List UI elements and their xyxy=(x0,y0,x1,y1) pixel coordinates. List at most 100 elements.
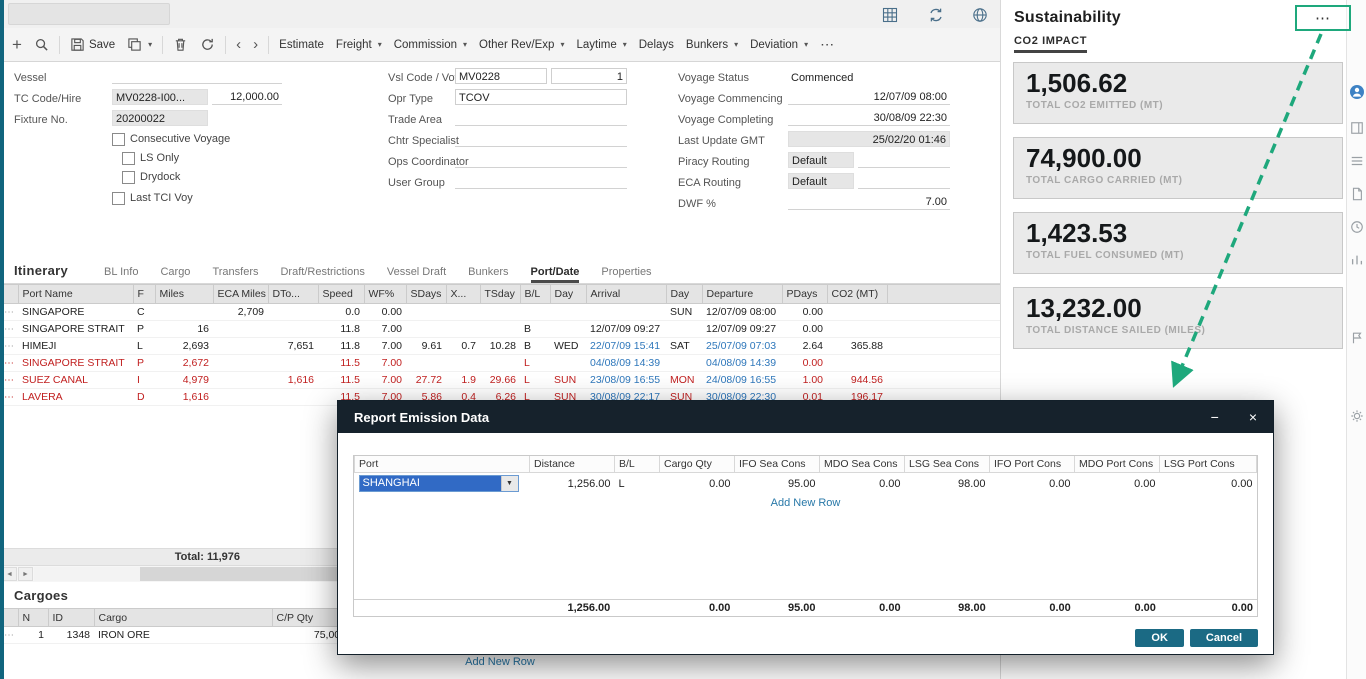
fixture-input[interactable]: 20200022 xyxy=(112,110,208,126)
chart-button[interactable] xyxy=(1349,252,1365,268)
column-header-n[interactable]: N xyxy=(18,609,48,627)
tc-hire-input[interactable]: 12,000.00 xyxy=(212,89,282,105)
document-button[interactable] xyxy=(1349,186,1365,202)
column-header-dto[interactable]: DTo... xyxy=(268,285,318,304)
consecutive-voyage-checkbox[interactable]: Consecutive Voyage xyxy=(112,132,230,146)
layout-panel-button[interactable] xyxy=(1349,120,1365,136)
toolbar-menu-estimate[interactable]: Estimate xyxy=(273,33,330,57)
column-header-co2-mt[interactable]: CO2 (MT) xyxy=(827,285,887,304)
tab-cargo[interactable]: Cargo xyxy=(160,266,190,283)
toolbar-menu-other-rev-exp[interactable]: Other Rev/Exp▾ xyxy=(473,33,570,57)
column-header-sdays[interactable]: SDays xyxy=(406,285,446,304)
column-header-wf[interactable]: WF% xyxy=(364,285,406,304)
tab-bunkers[interactable]: Bunkers xyxy=(468,266,508,283)
column-header-miles[interactable]: Miles xyxy=(155,285,213,304)
eca-routing-input[interactable]: Default xyxy=(788,173,854,189)
emission-add-new-row-link[interactable]: Add New Row xyxy=(354,497,1257,509)
ls-only-checkbox[interactable]: LS Only xyxy=(122,151,179,165)
column-header-ifo-sea-cons[interactable]: IFO Sea Cons xyxy=(735,456,820,473)
minimize-button[interactable]: − xyxy=(1211,410,1219,424)
cancel-button[interactable]: Cancel xyxy=(1190,629,1258,647)
itinerary-row[interactable]: ⋯HIMEJIL2,6937,65111.87.009.610.710.28BW… xyxy=(0,338,1000,355)
itinerary-row[interactable]: ⋯SINGAPORE STRAITP1611.87.00B12/07/09 09… xyxy=(0,321,1000,338)
piracy-routing-input[interactable]: Default xyxy=(788,152,854,168)
column-header-distance[interactable]: Distance xyxy=(530,456,615,473)
scroll-left-button[interactable]: ◄ xyxy=(2,567,17,581)
sync-button[interactable] xyxy=(926,5,946,25)
vessel-input[interactable] xyxy=(112,68,282,84)
settings-button[interactable] xyxy=(1349,408,1365,424)
emission-row[interactable]: SHANGHAI▼1,256.00L0.0095.000.0098.000.00… xyxy=(355,473,1257,495)
column-header-tsday[interactable]: TSday xyxy=(480,285,520,304)
copy-menu-button[interactable]: ▾ xyxy=(121,33,158,57)
column-header-port[interactable]: Port xyxy=(355,456,530,473)
itinerary-row[interactable]: ⋯SINGAPOREC2,7090.00.00SUN12/07/09 08:00… xyxy=(0,304,1000,321)
column-header-f[interactable]: F xyxy=(133,285,155,304)
delete-button[interactable] xyxy=(167,33,194,57)
chevron-down-icon[interactable]: ▼ xyxy=(501,476,518,491)
toolbar-menu-commission[interactable]: Commission▾ xyxy=(388,33,473,57)
tab-properties[interactable]: Properties xyxy=(601,266,651,283)
back-button[interactable]: ‹ xyxy=(230,33,247,57)
globe-button[interactable] xyxy=(970,5,990,25)
column-header-x[interactable]: X... xyxy=(446,285,480,304)
list-button[interactable] xyxy=(1349,153,1365,169)
toolbar-menu-laytime[interactable]: Laytime▾ xyxy=(570,33,632,57)
opr-type-input[interactable]: TCOV xyxy=(455,89,627,105)
column-header-mdo-sea-cons[interactable]: MDO Sea Cons xyxy=(820,456,905,473)
dialog-titlebar[interactable]: Report Emission Data − × xyxy=(338,401,1273,433)
toolbar-menu-delays[interactable]: Delays xyxy=(633,33,680,57)
vsl-code-input[interactable]: MV0228 xyxy=(455,68,547,84)
tc-code-input[interactable]: MV0228-I00... xyxy=(112,89,208,105)
cargo-row[interactable]: ⋯11348IRON ORE75,000 xyxy=(0,627,350,644)
dwf-input[interactable]: 7.00 xyxy=(788,194,950,210)
eca-routing-extra-input[interactable] xyxy=(858,173,950,189)
trade-area-input[interactable] xyxy=(455,110,627,126)
ok-button[interactable]: OK xyxy=(1135,629,1184,647)
sustainability-more-button[interactable]: ⋯ xyxy=(1315,9,1331,27)
column-header-ifo-port-cons[interactable]: IFO Port Cons xyxy=(990,456,1075,473)
itinerary-row[interactable]: ⋯SINGAPORE STRAITP2,67211.57.00L04/08/09… xyxy=(0,355,1000,372)
port-combobox[interactable]: SHANGHAI▼ xyxy=(359,475,519,492)
tab-transfers[interactable]: Transfers xyxy=(212,266,258,283)
flag-button[interactable] xyxy=(1349,330,1365,346)
drydock-checkbox[interactable]: Drydock xyxy=(122,170,180,184)
quick-access-box[interactable] xyxy=(8,3,170,25)
clock-button[interactable] xyxy=(1349,219,1365,235)
last-tci-voy-checkbox[interactable]: Last TCI Voy xyxy=(112,191,193,205)
column-header-lsg-sea-cons[interactable]: LSG Sea Cons xyxy=(905,456,990,473)
refresh-button[interactable] xyxy=(194,33,221,57)
column-header-port-name[interactable]: Port Name xyxy=(18,285,133,304)
search-button[interactable] xyxy=(28,33,55,57)
column-header-mdo-port-cons[interactable]: MDO Port Cons xyxy=(1075,456,1160,473)
tab-port-date[interactable]: Port/Date xyxy=(531,266,580,283)
column-header-pdays[interactable]: PDays xyxy=(782,285,827,304)
column-header-day[interactable]: Day xyxy=(666,285,702,304)
itinerary-row[interactable]: ⋯SUEZ CANALI4,9791,61611.57.0027.721.929… xyxy=(0,372,1000,389)
forward-button[interactable]: › xyxy=(247,33,264,57)
save-button[interactable]: Save xyxy=(64,33,121,57)
column-header-cargo[interactable]: Cargo xyxy=(94,609,272,627)
column-header-cargo-qty[interactable]: Cargo Qty xyxy=(660,456,735,473)
scroll-right-button[interactable]: ► xyxy=(18,567,33,581)
new-button[interactable]: + xyxy=(6,33,28,57)
toolbar-menu-deviation[interactable]: Deviation▾ xyxy=(744,33,814,57)
column-header-eca-miles[interactable]: ECA Miles xyxy=(213,285,268,304)
user-group-input[interactable] xyxy=(455,173,627,189)
column-header-day[interactable]: Day xyxy=(550,285,586,304)
cargoes-add-new-row-link[interactable]: Add New Row xyxy=(0,656,1000,668)
tab-draft-restrictions[interactable]: Draft/Restrictions xyxy=(280,266,364,283)
column-header-b-l[interactable]: B/L xyxy=(520,285,550,304)
chtr-specialist-input[interactable] xyxy=(455,131,627,147)
piracy-routing-extra-input[interactable] xyxy=(858,152,950,168)
voy-no-input[interactable]: 1 xyxy=(551,68,627,84)
column-header-b-l[interactable]: B/L xyxy=(615,456,660,473)
toolbar-menu-bunkers[interactable]: Bunkers▾ xyxy=(680,33,744,57)
grid-view-button[interactable] xyxy=(880,5,900,25)
close-icon[interactable]: × xyxy=(1249,410,1257,424)
column-header-speed[interactable]: Speed xyxy=(318,285,364,304)
tab-itinerary[interactable]: Itinerary xyxy=(14,263,68,283)
voyage-commencing-input[interactable]: 12/07/09 08:00 xyxy=(788,89,950,105)
ops-coordinator-input[interactable] xyxy=(455,152,627,168)
toolbar-menu-freight[interactable]: Freight▾ xyxy=(330,33,388,57)
